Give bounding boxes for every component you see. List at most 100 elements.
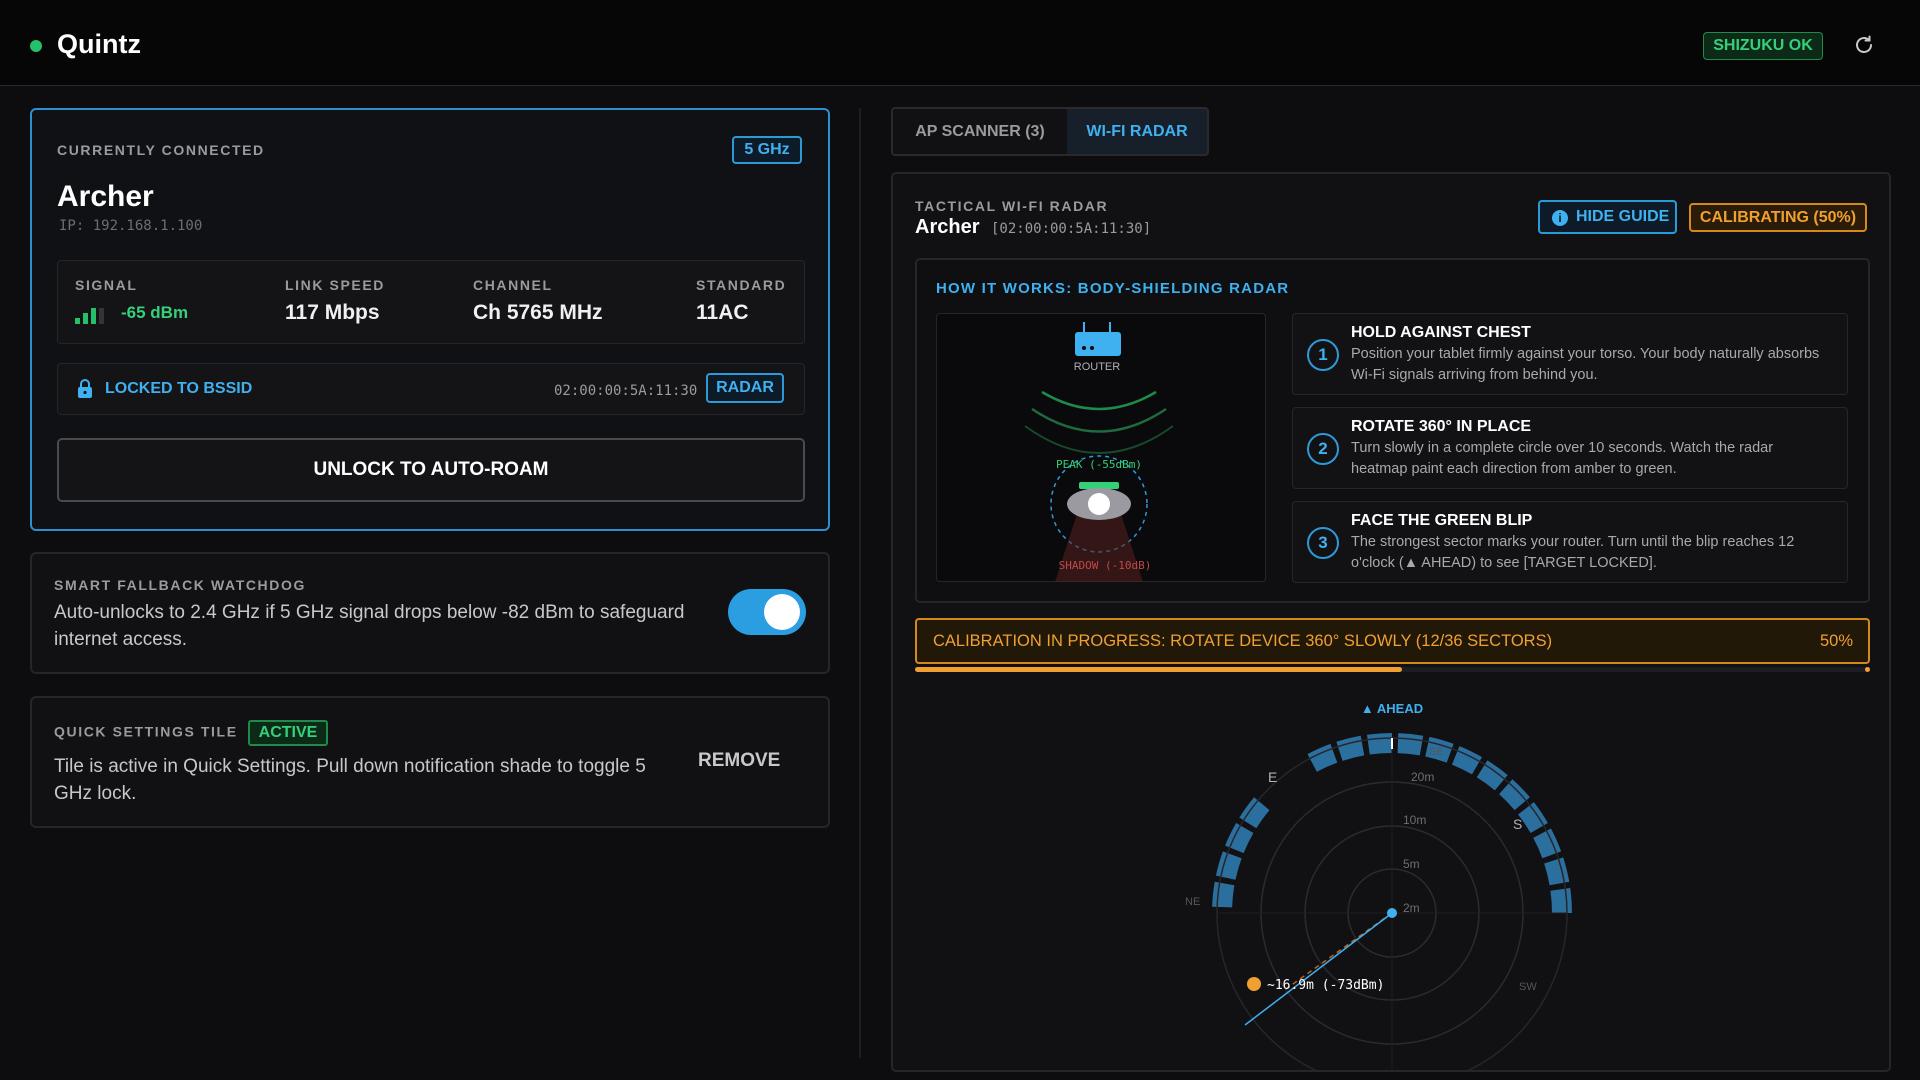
stat-value: Ch 5765 MHz — [473, 301, 603, 324]
ring-label-5m: 5m — [1403, 857, 1420, 871]
direction-s: S — [1513, 816, 1522, 832]
band-badge: 5 GHz — [732, 136, 802, 164]
watchdog-description: Auto-unlocks to 2.4 GHz if 5 GHz signal … — [54, 602, 685, 650]
active-badge: ACTIVE — [247, 720, 329, 746]
step-text: Turn slowly in a complete circle over 10… — [1351, 440, 1774, 477]
stat-standard: STANDARD 11AC — [696, 277, 786, 325]
step-number: 1 — [1307, 339, 1339, 371]
radar-sector — [1544, 857, 1570, 886]
stat-label: STANDARD — [696, 277, 787, 293]
lock-icon — [77, 379, 93, 404]
blip-label: ~16.9m (-73dBm) — [1267, 978, 1384, 993]
radar-sector — [1550, 887, 1572, 913]
connected-ssid: Archer — [57, 180, 154, 213]
stat-label: LINK SPEED — [285, 277, 386, 293]
body-shielding-diagram: ROUTER PEAK (-55dBm) SHADOW (-10dB) — [936, 313, 1266, 582]
radar-sector — [1366, 733, 1392, 755]
radar-button[interactable]: RADAR — [706, 373, 784, 403]
step-title: ROTATE 360° IN PLACE — [1351, 418, 1532, 435]
router-icon — [1075, 322, 1121, 356]
quick-settings-card: QUICK SETTINGS TILE ACTIVE Tile is active… — [30, 696, 830, 828]
step-title: FACE THE GREEN BLIP — [1351, 512, 1533, 529]
radar-sector — [1336, 735, 1365, 761]
calibration-progress — [915, 667, 1870, 672]
step-text: Position your tablet firmly against your… — [1351, 346, 1820, 383]
radar-sector — [1215, 851, 1242, 880]
tab-ap-scanner[interactable]: AP SCANNER (3) — [893, 109, 1067, 154]
remove-tile-button[interactable]: REMOVE — [698, 750, 780, 772]
radar-bssid: [02:00:00:5A:11:30] — [991, 221, 1152, 237]
stat-signal: SIGNAL -65 dBm — [75, 277, 188, 324]
connection-stats: SIGNAL -65 dBm LINK SPEED 117 Mbps CHANN… — [57, 260, 805, 344]
stat-value: 11AC — [696, 301, 749, 324]
connection-label: CURRENTLY CONNECTED — [57, 142, 265, 158]
stat-label: SIGNAL — [75, 277, 138, 293]
direction-n: N — [1220, 1068, 1231, 1072]
watchdog-label: SMART FALLBACK WATCHDOG — [54, 577, 306, 593]
ring-label-2m: 2m — [1403, 901, 1420, 915]
guide-panel: HOW IT WORKS: BODY-SHIELDING RADAR ROUTE… — [915, 258, 1870, 603]
radar-blip — [1247, 977, 1261, 991]
progress-end-dot — [1865, 667, 1870, 672]
toggle-knob — [764, 594, 800, 630]
diagram-router-label: ROUTER — [1074, 361, 1121, 373]
connection-card: CURRENTLY CONNECTED 5 GHz Archer IP: 192… — [30, 108, 830, 531]
diagram-shadow-label: SHADOW (-10dB) — [1059, 559, 1152, 572]
stat-label: CHANNEL — [473, 277, 553, 293]
ahead-label: ▲ AHEAD — [1361, 701, 1423, 716]
lock-label: LOCKED TO BSSID — [105, 380, 253, 397]
radar-scope: ▲ AHEAD 20m 10m 5m 2m E SE SW S NE N ~16… — [1185, 701, 1572, 1072]
hide-guide-button[interactable]: i HIDE GUIDE — [1538, 200, 1677, 234]
app-title: Quintz — [57, 29, 141, 59]
calibration-banner: CALIBRATION IN PROGRESS: ROTATE DEVICE 3… — [915, 618, 1870, 664]
info-icon: i — [1552, 210, 1568, 226]
ring-label-10m: 10m — [1403, 813, 1426, 827]
unlock-auto-roam-button[interactable]: UNLOCK TO AUTO-ROAM — [57, 438, 805, 502]
step-number: 3 — [1307, 527, 1339, 559]
radar-sector — [1397, 733, 1424, 756]
refresh-icon[interactable] — [1852, 33, 1876, 57]
direction-e: E — [1268, 769, 1277, 785]
direction-ne: NE — [1185, 896, 1200, 908]
signal-bars-icon — [75, 304, 107, 324]
hide-guide-label: HIDE GUIDE — [1576, 208, 1670, 225]
radar-sector — [1212, 881, 1235, 908]
radar-center-dot — [1387, 908, 1397, 918]
radar-sector — [1518, 802, 1548, 833]
signal-value: -65 dBm — [121, 303, 189, 322]
diagram-peak-label: PEAK (-55dBm) — [1056, 458, 1142, 471]
quick-settings-header: QUICK SETTINGS TILE ACTIVE — [54, 720, 329, 746]
guide-step-2: 2 ROTATE 360° IN PLACE Turn slowly in a … — [1292, 407, 1848, 489]
guide-title: HOW IT WORKS: BODY-SHIELDING RADAR — [936, 280, 1290, 297]
stat-value: 117 Mbps — [285, 301, 380, 324]
shizuku-status-badge: SHIZUKU OK — [1703, 32, 1823, 60]
guide-step-1: 1 HOLD AGAINST CHEST Position your table… — [1292, 313, 1848, 395]
ring-label-20m: 20m — [1411, 770, 1434, 784]
watchdog-toggle[interactable] — [728, 589, 806, 635]
stat-link-speed: LINK SPEED 117 Mbps — [285, 277, 385, 325]
step-number: 2 — [1307, 433, 1339, 465]
bssid-lock-row: LOCKED TO BSSID 02:00:00:5A:11:30 RADAR — [57, 363, 805, 415]
radar-ssid: Archer — [915, 216, 980, 238]
tab-wifi-radar[interactable]: WI-FI RADAR — [1067, 109, 1207, 154]
calibrating-badge: CALIBRATING (50%) — [1689, 203, 1867, 232]
radar-sector — [1499, 779, 1530, 811]
status-dot — [30, 40, 42, 52]
step-title: HOLD AGAINST CHEST — [1351, 324, 1531, 341]
radar-sector — [1239, 797, 1270, 829]
stat-channel: CHANNEL Ch 5765 MHz — [473, 277, 603, 325]
tab-bar: AP SCANNER (3) WI-FI RADAR — [891, 107, 1209, 156]
radar-panel: TACTICAL WI-FI RADAR Archer [02:00:00:5A… — [891, 172, 1891, 1072]
column-divider — [859, 108, 861, 1058]
progress-fill — [915, 667, 1403, 672]
direction-sw: SW — [1519, 981, 1537, 993]
ip-address: IP: 192.168.1.100 — [59, 218, 203, 234]
quick-settings-label: QUICK SETTINGS TILE — [54, 723, 238, 740]
watchdog-card: SMART FALLBACK WATCHDOG Auto-unlocks to … — [30, 552, 830, 674]
calibration-text: CALIBRATION IN PROGRESS: ROTATE DEVICE 3… — [933, 632, 1553, 650]
guide-step-3: 3 FACE THE GREEN BLIP The strongest sect… — [1292, 501, 1848, 583]
locked-bssid: 02:00:00:5A:11:30 — [554, 383, 698, 399]
step-text: The strongest sector marks your router. … — [1351, 534, 1795, 571]
radar-label: TACTICAL WI-FI RADAR — [915, 198, 1109, 214]
calibration-percent: 50% — [1819, 632, 1853, 650]
